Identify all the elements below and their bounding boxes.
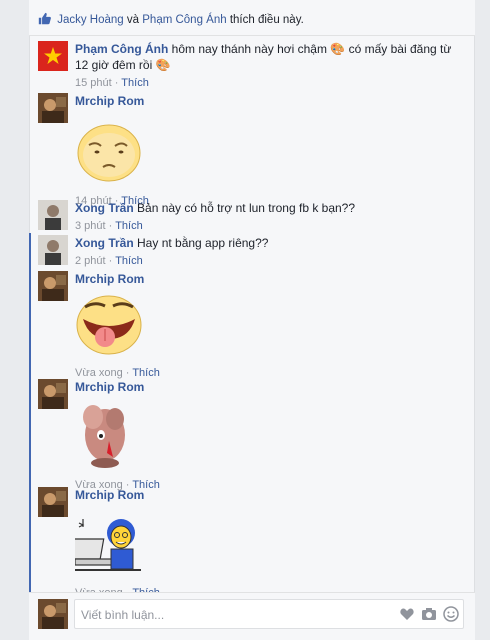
sticker-laptop-guy [69,509,465,581]
avatar[interactable] [38,487,68,517]
commenter-name[interactable]: Phạm Công Ánh [75,42,168,56]
like-user-link-1[interactable]: Jacky Hoàng [57,14,123,26]
commenter-name[interactable]: Mrchip Rom [75,488,144,502]
likes-suffix: thích điều này. [229,14,304,26]
sticker-sad-face [75,115,465,189]
current-user-avatar[interactable] [38,599,68,629]
timestamp[interactable]: Vừa xong [75,367,123,379]
like-thumb-icon [38,12,51,25]
like-action[interactable]: Thích [132,367,160,379]
commenter-name[interactable]: Mrchip Rom [75,94,144,108]
emoticon-icon: 🎨 [330,42,346,56]
user-photo-avatar [38,379,68,409]
user-photo-avatar [38,271,68,301]
sticker-heart-icon[interactable] [399,606,415,622]
comment-text: Hay nt bằng app riêng?? [137,236,269,250]
user-photo-avatar [38,599,68,629]
user-photo-avatar [38,235,68,265]
like-user-link-2[interactable]: Phạm Công Ánh [142,14,226,26]
likes-summary: Jacky Hoàng và Phạm Công Ánh thích điều … [29,0,475,36]
commenter-name[interactable]: Xong Trần [75,201,134,215]
likes-connector: và [126,14,140,26]
separator: · [108,220,113,232]
like-action[interactable]: Thích [115,220,143,232]
like-action[interactable]: Thích [115,255,143,267]
comment-composer: Viết bình luận... [29,592,475,640]
timestamp[interactable]: 15 phút [75,77,112,89]
reply-thread-indicator [29,233,31,593]
avatar[interactable] [38,235,68,265]
separator: · [108,255,113,267]
emoticon-icon: 🎨 [155,58,171,72]
commenter-name[interactable]: Xong Trần [75,236,134,250]
user-photo-avatar [38,487,68,517]
avatar[interactable] [38,41,68,71]
timestamp[interactable]: 2 phút [75,255,106,267]
user-photo-avatar [38,93,68,123]
emoji-icon[interactable] [443,606,459,622]
comment-placeholder: Viết bình luận... [81,608,165,622]
timestamp[interactable]: 3 phút [75,220,106,232]
comment-text: Bản này có hỗ trợ nt lun trong fb k bạn?… [137,201,356,215]
separator: · [125,367,130,379]
avatar[interactable] [38,271,68,301]
separator: · [114,77,119,89]
user-photo-avatar [38,200,68,230]
commenter-name[interactable]: Mrchip Rom [75,272,144,286]
comment-text: đêm rồi [112,58,153,72]
sticker-tongue-face [75,293,465,361]
comment-input[interactable]: Viết bình luận... [74,599,464,629]
sticker-bunny [75,401,465,473]
like-action[interactable]: Thích [121,77,149,89]
avatar[interactable] [38,379,68,409]
commenter-name[interactable]: Mrchip Rom [75,380,144,394]
avatar[interactable] [38,93,68,123]
comment-text: hôm nay thánh này hơi chậm [171,42,327,56]
avatar[interactable] [38,200,68,230]
camera-icon[interactable] [421,606,437,622]
vietnam-flag-avatar [38,41,68,71]
